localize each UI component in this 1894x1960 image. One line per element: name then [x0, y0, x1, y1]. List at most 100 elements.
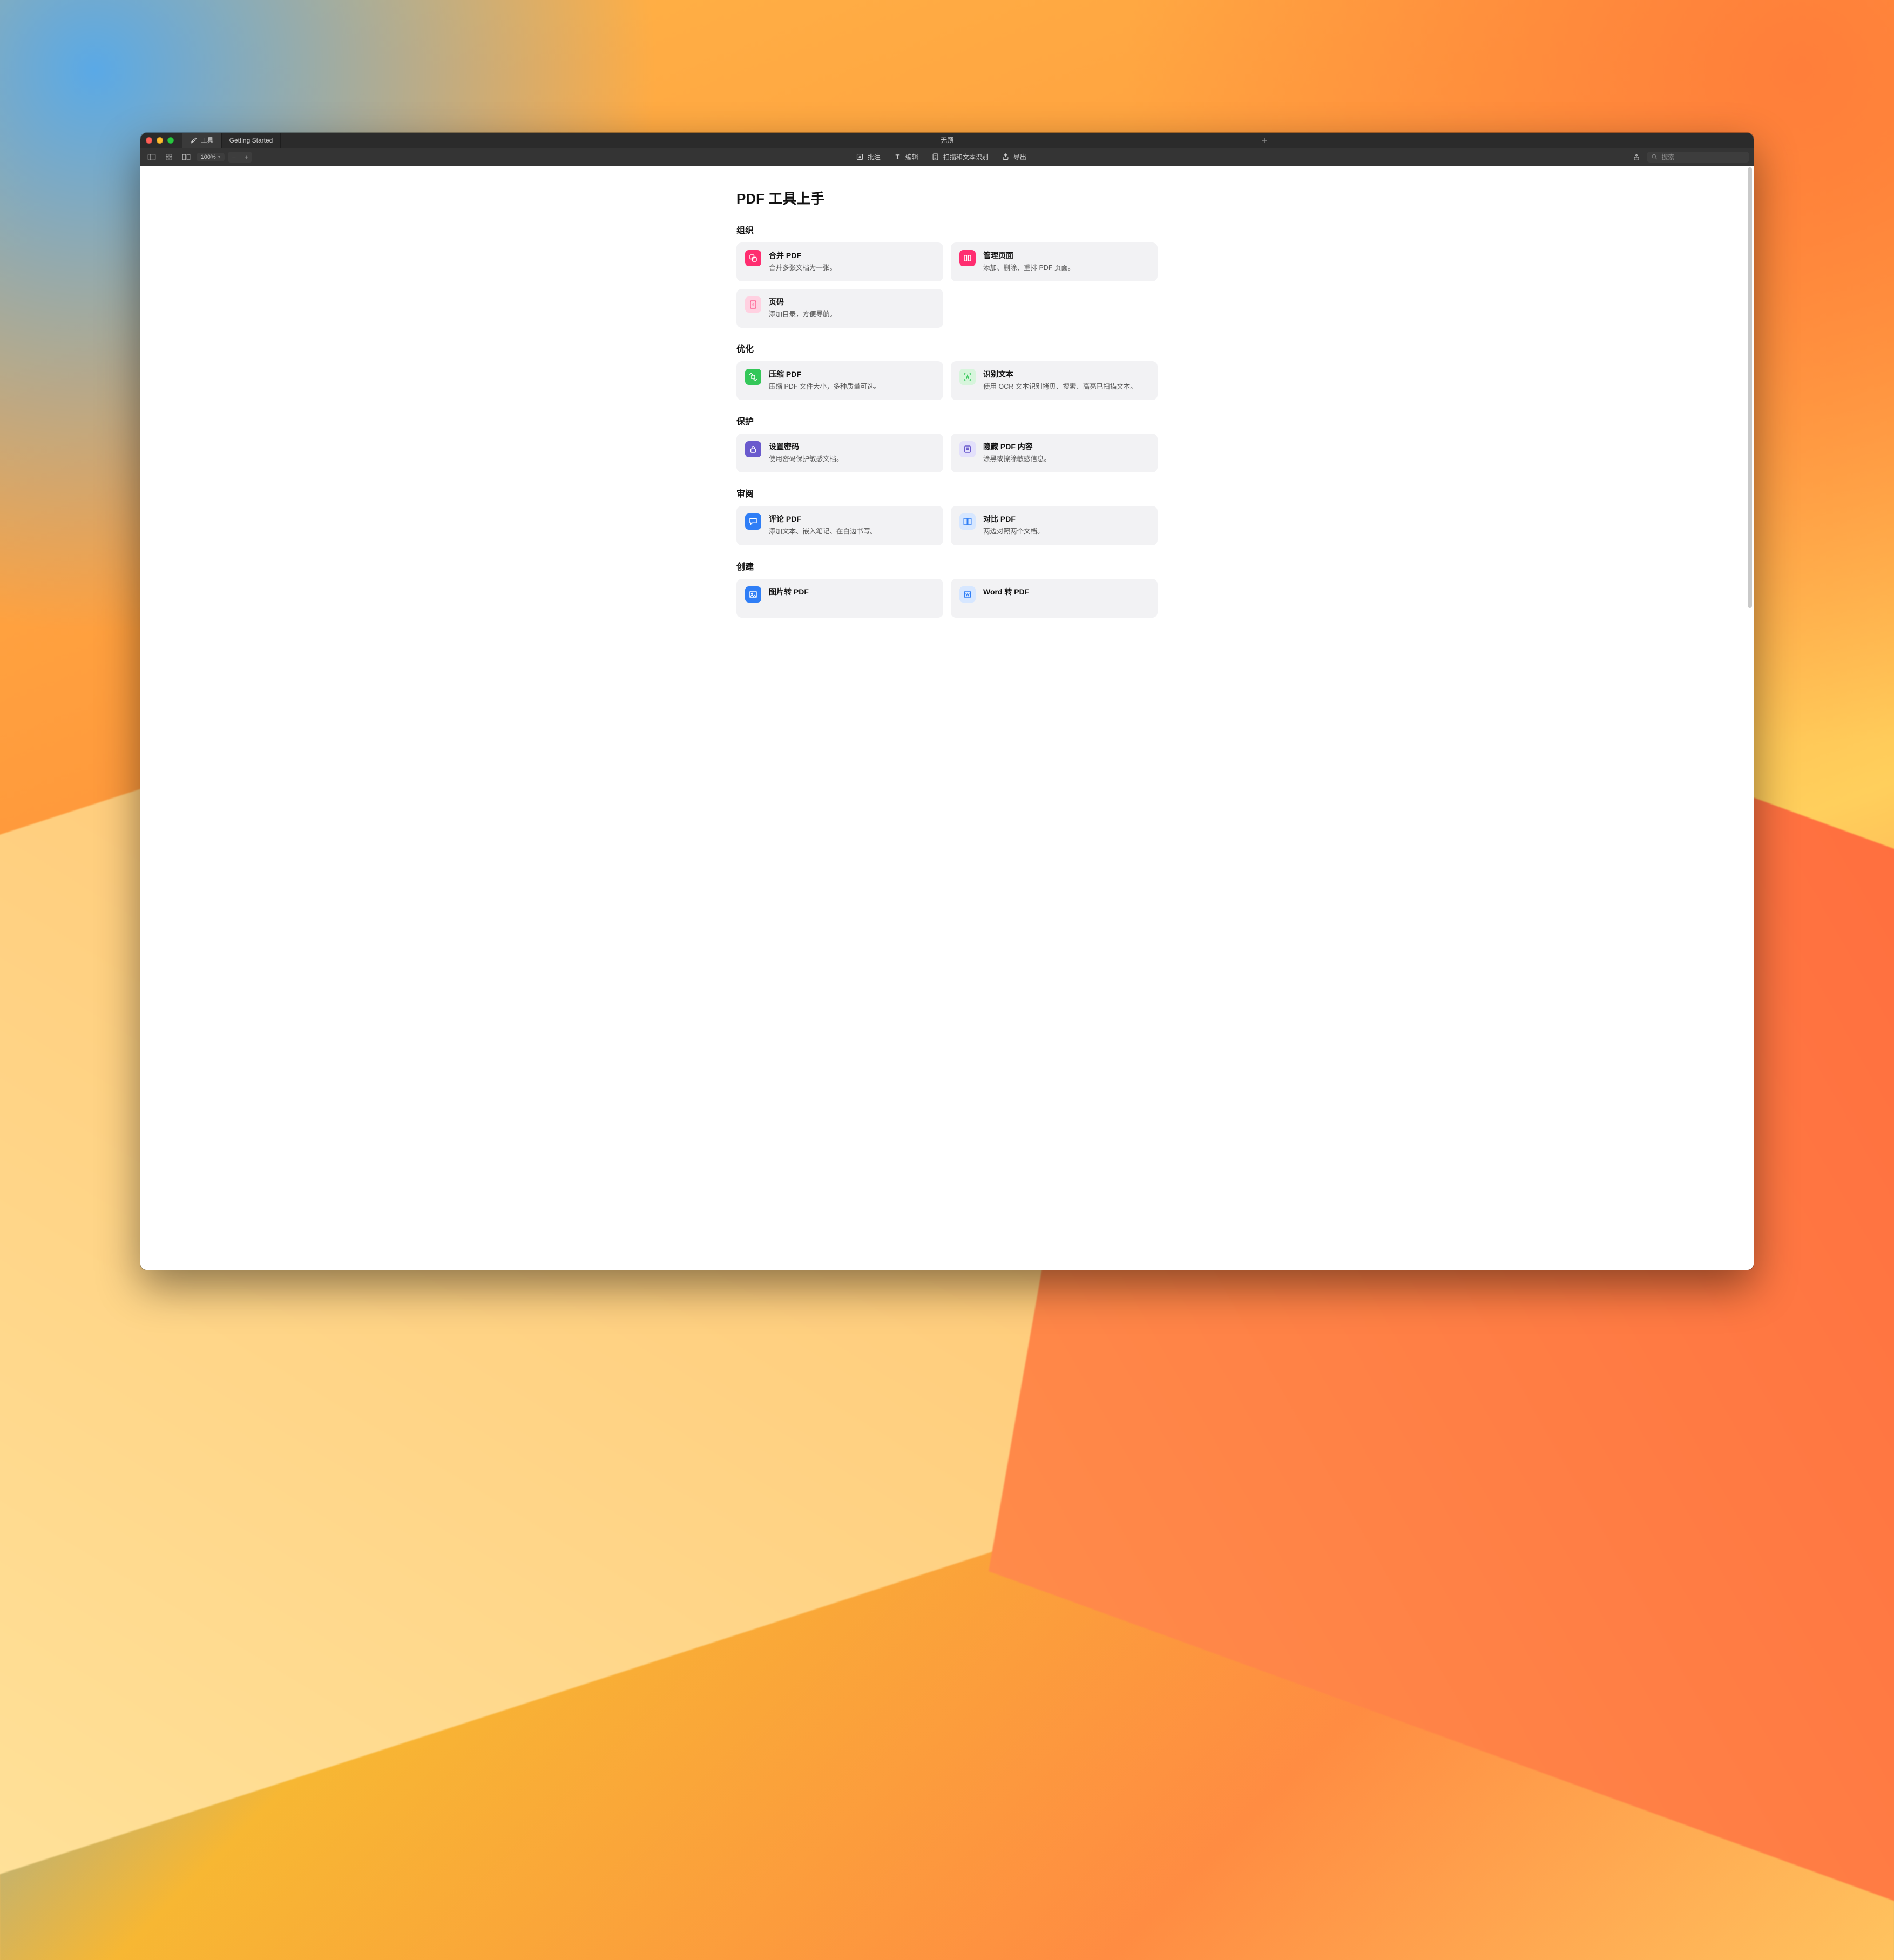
- card-description: 合并多张文档为一张。: [769, 263, 836, 273]
- annotate-button[interactable]: 批注: [856, 152, 881, 161]
- card-description: 添加目录，方便导航。: [769, 309, 836, 319]
- compare-icon: [959, 513, 976, 530]
- search-icon: [1651, 153, 1658, 160]
- card-title: 识别文本: [983, 369, 1137, 380]
- tool-card[interactable]: 对比 PDF 两边对照两个文档。: [951, 506, 1158, 545]
- card-grid: 评论 PDF 添加文本、嵌入笔记、在白边书写。 对比 PDF 两边对照两个文档。: [736, 506, 1158, 545]
- tool-card[interactable]: 评论 PDF 添加文本、嵌入笔记、在白边书写。: [736, 506, 943, 545]
- card-grid: 设置密码使用密码保护敏感文档。 隐藏 PDF 内容涂黑或擦除敏感信息。: [736, 434, 1158, 472]
- zoom-stepper: − +: [228, 152, 252, 163]
- search-field[interactable]: [1647, 152, 1749, 163]
- card-description: 添加文本、嵌入笔记、在白边书写。: [769, 526, 877, 536]
- card-grid: 合并 PDF合并多张文档为一张。管理页面添加、删除、重排 PDF 页面。3页码添…: [736, 242, 1158, 328]
- pagenum-icon: 3: [745, 296, 761, 313]
- tool-card[interactable]: 识别文本使用 OCR 文本识别拷贝、搜索、高亮已扫描文本。: [951, 361, 1158, 400]
- section-title: 组织: [736, 223, 1158, 236]
- tab-label: 工具: [201, 136, 214, 145]
- card-body: 页码添加目录，方便导航。: [769, 296, 836, 319]
- toolbar-label: 导出: [1013, 152, 1026, 161]
- close-window-button[interactable]: [146, 137, 152, 144]
- scan-icon: [931, 153, 940, 161]
- edit-button[interactable]: 编辑: [894, 152, 918, 161]
- ocr-icon: [959, 369, 976, 385]
- card-description: 添加、删除、重排 PDF 页面。: [983, 263, 1074, 273]
- card-title: 图片转 PDF: [769, 586, 809, 597]
- tools-icon: [190, 137, 198, 144]
- card-grid: 压缩 PDF压缩 PDF 文件大小，多种质量可选。 识别文本使用 OCR 文本识别…: [736, 361, 1158, 400]
- app-window: 工具 Getting Started 无题 100% ▾: [140, 133, 1754, 1270]
- comment-icon: [745, 513, 761, 530]
- tab-label: Getting Started: [229, 137, 273, 144]
- word-icon: [959, 586, 976, 603]
- window-title: 无题: [941, 136, 953, 145]
- fullscreen-window-button[interactable]: [167, 137, 174, 144]
- card-description: 使用 OCR 文本识别拷贝、搜索、高亮已扫描文本。: [983, 382, 1137, 391]
- export-icon: [1002, 153, 1010, 161]
- tool-card[interactable]: 隐藏 PDF 内容涂黑或擦除敏感信息。: [951, 434, 1158, 472]
- tool-card[interactable]: 管理页面添加、删除、重排 PDF 页面。: [951, 242, 1158, 281]
- svg-text:3: 3: [752, 303, 754, 307]
- card-description: 两边对照两个文档。: [983, 526, 1044, 536]
- toolbar-label: 编辑: [905, 152, 918, 161]
- minimize-window-button[interactable]: [157, 137, 163, 144]
- tab-tools[interactable]: 工具: [182, 133, 222, 148]
- scan-ocr-button[interactable]: 扫描和文本识别: [931, 152, 989, 161]
- card-title: 对比 PDF: [983, 513, 1044, 524]
- tool-card[interactable]: 3 页码添加目录，方便导航。: [736, 289, 943, 328]
- page-layout-button[interactable]: [179, 151, 193, 163]
- card-title: 评论 PDF: [769, 513, 877, 524]
- new-tab-button[interactable]: [1259, 135, 1270, 146]
- tool-card[interactable]: 合并 PDF 合并多张文档为一张。: [736, 242, 943, 281]
- page-title: PDF 工具上手: [736, 188, 1158, 208]
- section-title: 审阅: [736, 486, 1158, 499]
- section-title: 保护: [736, 414, 1158, 427]
- titlebar: 工具 Getting Started 无题: [140, 133, 1754, 148]
- card-body: 对比 PDF 两边对照两个文档。: [983, 513, 1044, 536]
- card-title: 压缩 PDF: [769, 369, 881, 380]
- image-icon: [745, 586, 761, 603]
- card-body: 图片转 PDF: [769, 586, 809, 609]
- tool-card[interactable]: 设置密码使用密码保护敏感文档。: [736, 434, 943, 472]
- tool-card[interactable]: 压缩 PDF压缩 PDF 文件大小，多种质量可选。: [736, 361, 943, 400]
- scrollbar[interactable]: [1747, 167, 1753, 1269]
- redact-icon: [959, 441, 976, 457]
- export-button[interactable]: 导出: [1002, 152, 1026, 161]
- toolbar: 100% ▾ − + 批注 编辑: [140, 148, 1754, 166]
- card-title: 合并 PDF: [769, 250, 836, 261]
- tools-page: PDF 工具上手 组织合并 PDF 合并多张文档为一张。 管理页面添加、删除、重排 …: [726, 166, 1168, 639]
- content-area: PDF 工具上手 组织合并 PDF 合并多张文档为一张。 管理页面添加、删除、重排 …: [140, 166, 1754, 1270]
- section-title: 优化: [736, 342, 1158, 355]
- card-body: 压缩 PDF压缩 PDF 文件大小，多种质量可选。: [769, 369, 881, 391]
- toolbar-label: 扫描和文本识别: [943, 152, 989, 161]
- card-description: 涂黑或擦除敏感信息。: [983, 454, 1051, 464]
- pages-icon: [959, 250, 976, 266]
- zoom-value: 100%: [201, 154, 216, 160]
- merge-icon: [745, 250, 761, 266]
- card-title: 设置密码: [769, 441, 843, 452]
- lock-icon: [745, 441, 761, 457]
- card-body: 隐藏 PDF 内容涂黑或擦除敏感信息。: [983, 441, 1051, 464]
- share-button[interactable]: [1629, 151, 1643, 163]
- sidebar-toggle-button[interactable]: [145, 151, 159, 163]
- search-input[interactable]: [1661, 153, 1745, 161]
- window-controls: [146, 137, 174, 144]
- edit-icon: [894, 153, 902, 161]
- card-title: 管理页面: [983, 250, 1074, 261]
- zoom-out-button[interactable]: −: [228, 152, 240, 163]
- card-title: Word 转 PDF: [983, 586, 1029, 597]
- tool-card[interactable]: Word 转 PDF: [951, 579, 1158, 618]
- toolbar-label: 批注: [868, 152, 881, 161]
- scrollbar-thumb[interactable]: [1748, 167, 1752, 608]
- card-title: 页码: [769, 296, 836, 307]
- card-description: 使用密码保护敏感文档。: [769, 454, 843, 464]
- tab-getting-started[interactable]: Getting Started: [222, 133, 281, 148]
- compress-icon: [745, 369, 761, 385]
- card-body: 设置密码使用密码保护敏感文档。: [769, 441, 843, 464]
- thumbnails-button[interactable]: [162, 151, 176, 163]
- card-body: 管理页面添加、删除、重排 PDF 页面。: [983, 250, 1074, 273]
- chevron-down-icon: ▾: [218, 154, 221, 160]
- tool-card[interactable]: 图片转 PDF: [736, 579, 943, 618]
- card-body: 合并 PDF 合并多张文档为一张。: [769, 250, 836, 273]
- zoom-in-button[interactable]: +: [240, 152, 252, 163]
- zoom-select[interactable]: 100% ▾: [197, 153, 225, 161]
